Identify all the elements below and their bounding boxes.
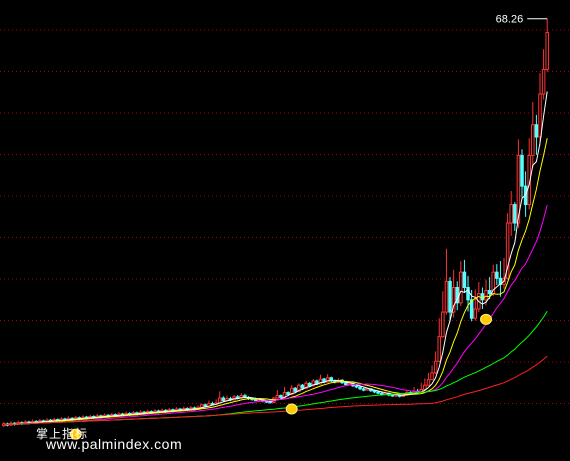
candle-body [307, 382, 312, 387]
candle-body [433, 360, 438, 374]
ma-slow-line [3, 204, 548, 426]
moving-average-lines [3, 91, 548, 426]
candle-body [354, 385, 359, 388]
buy-signal-dot [480, 313, 493, 325]
ma-fast-line [3, 91, 548, 426]
candle-body [221, 397, 226, 402]
buy-signal-dot [285, 403, 298, 415]
candle-body [459, 271, 463, 304]
candle-body [372, 390, 377, 393]
candle-body [293, 387, 298, 392]
candle-body [448, 280, 452, 313]
candle-body [426, 379, 431, 386]
high-price-label: 68.26 [496, 14, 524, 26]
candle-body [466, 287, 470, 301]
candle-body [279, 395, 283, 398]
candle-body [441, 311, 445, 338]
ma-longest-line [3, 355, 548, 426]
ma-long-line [3, 310, 548, 426]
candle-body [534, 124, 539, 138]
candle-body [541, 68, 546, 95]
watermark-url: www.palmindex.com [46, 436, 183, 452]
candle-body [210, 403, 215, 406]
candle-body [343, 382, 348, 386]
candle-body [509, 204, 513, 224]
high-price-callout: 68.26 [496, 14, 548, 26]
candle-body [430, 372, 434, 381]
candle-body [365, 388, 370, 391]
candle-body [531, 124, 535, 156]
candle-body [268, 401, 272, 404]
candle-body [545, 32, 549, 70]
candle-body [199, 404, 204, 408]
candle-body [203, 404, 208, 407]
candle-body [513, 204, 517, 224]
price-gridlines [0, 29, 570, 404]
candle-body [462, 271, 467, 288]
candle-body [423, 384, 427, 390]
candle-body [235, 396, 240, 399]
candle-body [444, 280, 449, 313]
candle-body [437, 336, 441, 362]
candle-body [473, 308, 477, 319]
candle-body [376, 391, 380, 394]
candle-body [286, 392, 290, 395]
candle-body [538, 93, 542, 138]
candle-body [300, 384, 305, 389]
candle-body [275, 395, 280, 399]
candle-body [484, 290, 488, 301]
candle-body [347, 382, 352, 386]
candle-body [390, 394, 395, 397]
candle-body [253, 398, 258, 402]
candle-body [520, 154, 524, 187]
candlestick-chart: 68.26 [0, 14, 570, 440]
candle-body [487, 290, 492, 295]
candle-body [361, 388, 366, 391]
candle-body [379, 392, 384, 395]
candle-body [495, 271, 499, 279]
candle-body [257, 399, 262, 402]
candle-body [358, 386, 362, 390]
candle-series [2, 18, 549, 427]
